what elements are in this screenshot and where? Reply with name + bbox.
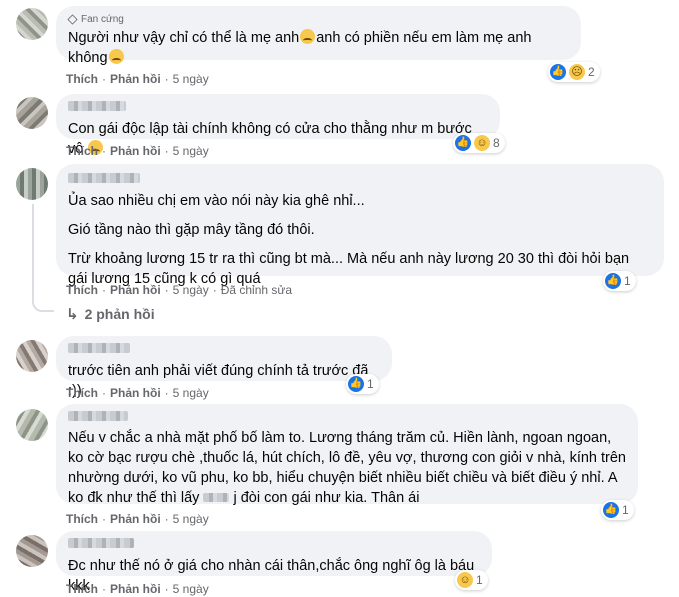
reaction-count: 2 — [588, 65, 595, 79]
avatar[interactable] — [16, 340, 48, 372]
author-name[interactable] — [68, 101, 126, 111]
timestamp[interactable]: 5 ngày — [173, 283, 209, 297]
comment-bubble: Nếu v chắc a nhà mặt phố bố làm to. Lươn… — [56, 404, 638, 506]
reply-link[interactable]: Phản hồi — [110, 283, 161, 297]
avatar[interactable] — [16, 409, 48, 441]
avatar[interactable] — [16, 535, 48, 567]
comment-text: Nếu v chắc a nhà mặt phố bố làm to. Lươn… — [68, 430, 626, 506]
reaction-summary[interactable]: 👍 1 — [346, 374, 379, 394]
avatar[interactable] — [16, 97, 48, 129]
timestamp[interactable]: 5 ngày — [173, 512, 209, 526]
reaction-count: 8 — [493, 136, 500, 150]
badge-label: Fan cứng — [81, 13, 124, 25]
haha-icon: ☺ — [457, 572, 473, 588]
reply-link[interactable]: Phản hồi — [110, 72, 161, 86]
like-link[interactable]: Thích — [66, 386, 98, 400]
reaction-count: 1 — [624, 274, 631, 288]
like-link[interactable]: Thích — [66, 283, 98, 297]
edited-label: Đã chỉnh sửa — [220, 283, 293, 297]
like-link[interactable]: Thích — [66, 582, 98, 596]
thread-curve — [32, 298, 54, 312]
comment-bubble: Ủa sao nhiều chị em vào nói này kia ghê … — [56, 164, 664, 287]
timestamp[interactable]: 5 ngày — [173, 72, 209, 86]
redacted-text — [203, 493, 230, 502]
avatar[interactable] — [16, 8, 48, 40]
reaction-count: 1 — [622, 503, 629, 517]
timestamp[interactable]: 5 ngày — [173, 582, 209, 596]
reaction-summary[interactable]: 👍 1 — [601, 500, 634, 520]
comment-text: Người như vậy chỉ có thể là mẹ anh anh có… — [68, 29, 532, 66]
comment-meta: Thích · Phản hồi · 5 ngày — [66, 582, 209, 596]
comment-bubble: Fan cứng Người như vậy chỉ có thể là mẹ … — [56, 6, 581, 66]
sad-emoji-icon — [108, 49, 124, 64]
comment-text: Ủa sao nhiều chị em vào nói này kia ghê … — [68, 193, 365, 209]
timestamp[interactable]: 5 ngày — [173, 386, 209, 400]
reaction-summary[interactable]: ☺ 1 — [455, 570, 488, 590]
reply-link[interactable]: Phản hồi — [110, 144, 161, 158]
fan-badge: Fan cứng — [67, 12, 569, 26]
like-icon: 👍 — [603, 502, 619, 518]
comment-meta: Thích · Phản hồi · 5 ngày — [66, 72, 209, 86]
comment-bubble: trước tiên anh phải viết đúng chính tả t… — [56, 336, 392, 399]
author-name[interactable] — [68, 411, 128, 421]
reply-link[interactable]: Phản hồi — [110, 582, 161, 596]
thread-line — [32, 204, 34, 300]
reaction-summary[interactable]: 👍 1 — [603, 271, 636, 291]
like-link[interactable]: Thích — [66, 144, 98, 158]
like-icon: 👍 — [605, 273, 621, 289]
sad-icon: ☹ — [569, 64, 585, 80]
view-replies-link[interactable]: ↳ 2 phản hồi — [66, 305, 155, 323]
reply-arrow-icon: ↳ — [66, 306, 79, 323]
reaction-count: 1 — [476, 573, 483, 587]
reply-link[interactable]: Phản hồi — [110, 512, 161, 526]
avatar[interactable] — [16, 168, 48, 200]
reaction-summary[interactable]: 👍 ☹ 2 — [548, 62, 600, 82]
author-name[interactable] — [68, 343, 130, 353]
like-icon: 👍 — [455, 135, 471, 151]
like-link[interactable]: Thích — [66, 72, 98, 86]
replies-count-label: 2 phản hồi — [84, 306, 155, 322]
diamond-icon — [67, 13, 78, 25]
reaction-count: 1 — [367, 377, 374, 391]
like-icon: 👍 — [550, 64, 566, 80]
like-icon: 👍 — [348, 376, 364, 392]
comment-bubble: Đc như thế nó ở giá cho nhàn cái thân,ch… — [56, 531, 492, 594]
like-link[interactable]: Thích — [66, 512, 98, 526]
author-name[interactable] — [68, 173, 140, 183]
comment-bubble: Con gái độc lập tài chính không có cửa c… — [56, 94, 500, 157]
timestamp[interactable]: 5 ngày — [173, 144, 209, 158]
comment-meta: Thích · Phản hồi · 5 ngày — [66, 512, 209, 526]
comment-text: Gió tầng nào thì gặp mây tầng đó thôi. — [68, 222, 315, 238]
comment-meta: Thích · Phản hồi · 5 ngày · Đã chỉnh sửa — [66, 283, 293, 297]
reply-link[interactable]: Phản hồi — [110, 386, 161, 400]
sad-emoji-icon — [300, 29, 316, 44]
haha-icon: ☺ — [474, 135, 490, 151]
author-name[interactable] — [68, 538, 134, 548]
reaction-summary[interactable]: 👍 ☺ 8 — [453, 133, 505, 153]
comment-meta: Thích · Phản hồi · 5 ngày — [66, 144, 209, 158]
comment-meta: Thích · Phản hồi · 5 ngày — [66, 386, 209, 400]
